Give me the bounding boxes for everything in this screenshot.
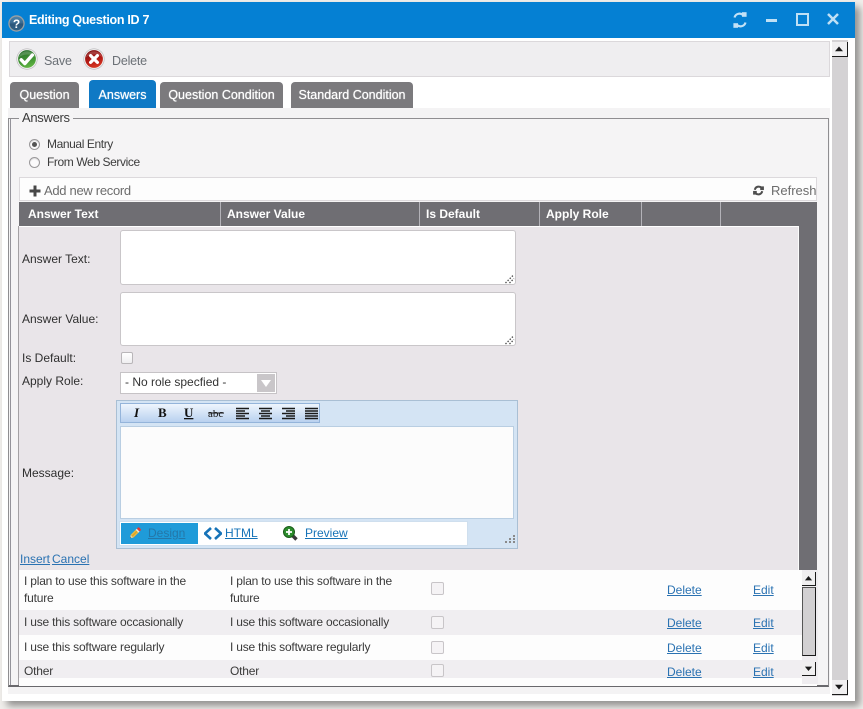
svg-text:U: U — [184, 405, 194, 420]
svg-text:B: B — [158, 405, 167, 420]
svg-text:?: ? — [13, 17, 20, 31]
svg-text:I: I — [133, 405, 140, 420]
svg-text:abc: abc — [208, 408, 223, 420]
